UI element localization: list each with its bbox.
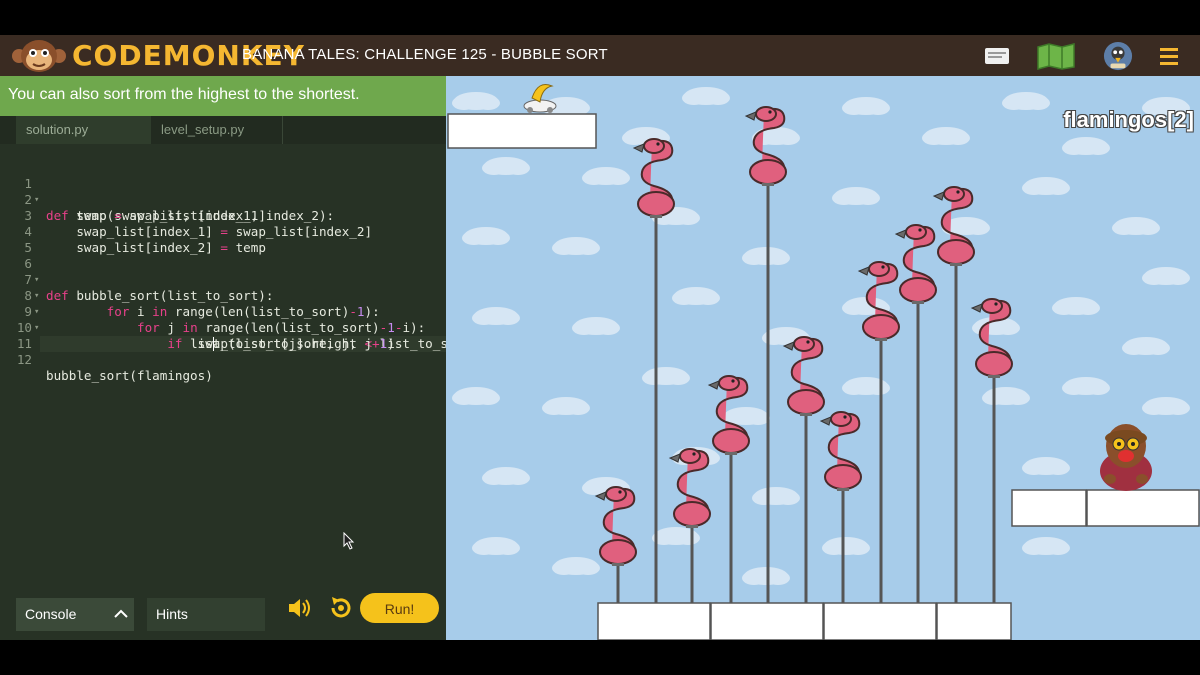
monkey-character-icon xyxy=(1100,424,1152,491)
game-canvas[interactable]: flamingos[2] xyxy=(446,76,1200,640)
code-line: 10 swap(list_to_sort, j, j+1) xyxy=(0,304,446,351)
ground-platform xyxy=(710,602,824,640)
challenge-title: BANANA TALES: CHALLENGE 125 - BUBBLE SOR… xyxy=(242,46,608,63)
sound-icon[interactable] xyxy=(287,596,313,620)
console-label: Console xyxy=(25,606,77,622)
monkey-logo-icon xyxy=(12,40,66,72)
code-line: 3 swap_list[index_1] = swap_list[index_2… xyxy=(0,192,446,239)
banana-icon xyxy=(523,84,557,113)
avatar-icon[interactable] xyxy=(1102,41,1134,71)
map-icon[interactable] xyxy=(1036,41,1076,71)
ground-platform xyxy=(823,602,937,640)
code-line: 8 ▾ for j in range(len(list_to_sort)-1-i… xyxy=(0,272,446,335)
bottom-controls: Console Hints Run! xyxy=(0,586,446,640)
code-line: 11 xyxy=(0,320,446,351)
monkey-platform-left xyxy=(1011,489,1087,527)
instruction-bar: You can also sort from the highest to th… xyxy=(0,76,446,116)
goal-platform xyxy=(447,113,597,149)
top-header: CODEMONKEY BANANA TALES: CHALLENGE 125 -… xyxy=(0,35,1200,76)
code-line: 6 ▾ def bubble_sort(list_to_sort): xyxy=(0,240,446,303)
run-label: Run! xyxy=(384,601,415,617)
text-cursor xyxy=(213,337,214,351)
editor-tabs: solution.py level_setup.py xyxy=(0,116,446,144)
tab-solution[interactable]: solution.py xyxy=(16,116,151,144)
code-line: 4 swap_list[index_2] = temp xyxy=(0,208,446,255)
menu-icon[interactable] xyxy=(1160,41,1178,71)
hover-object-label: flamingos[2] xyxy=(1063,107,1194,132)
ground-platform xyxy=(936,602,1012,640)
chat-icon[interactable] xyxy=(983,41,1011,71)
code-line: 2 temp = swap_list[index_1] xyxy=(0,176,446,223)
hints-button[interactable]: Hints xyxy=(147,598,265,631)
code-line: 1 ▾ def swap(swap_list, index_1, index_2… xyxy=(0,160,446,223)
app-window: CODEMONKEY BANANA TALES: CHALLENGE 125 -… xyxy=(0,35,1200,640)
reset-icon[interactable] xyxy=(328,595,354,621)
code-line: 9 ▾ if list_to_sort[j].height < list_to_… xyxy=(0,288,455,351)
code-line: 12 bubble_sort(flamingos) xyxy=(0,336,446,383)
chevron-up-icon xyxy=(114,609,128,618)
mouse-cursor-icon xyxy=(343,532,355,550)
hints-label: Hints xyxy=(156,606,188,622)
run-button[interactable]: Run! xyxy=(360,593,439,623)
monkey-platform-right xyxy=(1086,489,1200,527)
ground-platform xyxy=(597,602,711,640)
code-text: bubble_sort(flamingos) xyxy=(46,368,213,383)
console-button[interactable]: Console xyxy=(16,598,134,631)
game-scene xyxy=(447,84,1200,640)
code-line: 7 ▾ for i in range(len(list_to_sort)-1): xyxy=(0,256,446,319)
line-number: 12 xyxy=(16,352,32,367)
codemonkey-logo[interactable]: CODEMONKEY xyxy=(12,37,304,74)
code-line: 5 xyxy=(0,224,446,255)
code-editor[interactable]: solution.py level_setup.py 1 ▾ def swap(… xyxy=(0,116,455,586)
flamingo-sprites xyxy=(595,106,1013,567)
instruction-text: You can also sort from the highest to th… xyxy=(8,86,360,103)
tab-level-setup[interactable]: level_setup.py xyxy=(151,116,283,144)
